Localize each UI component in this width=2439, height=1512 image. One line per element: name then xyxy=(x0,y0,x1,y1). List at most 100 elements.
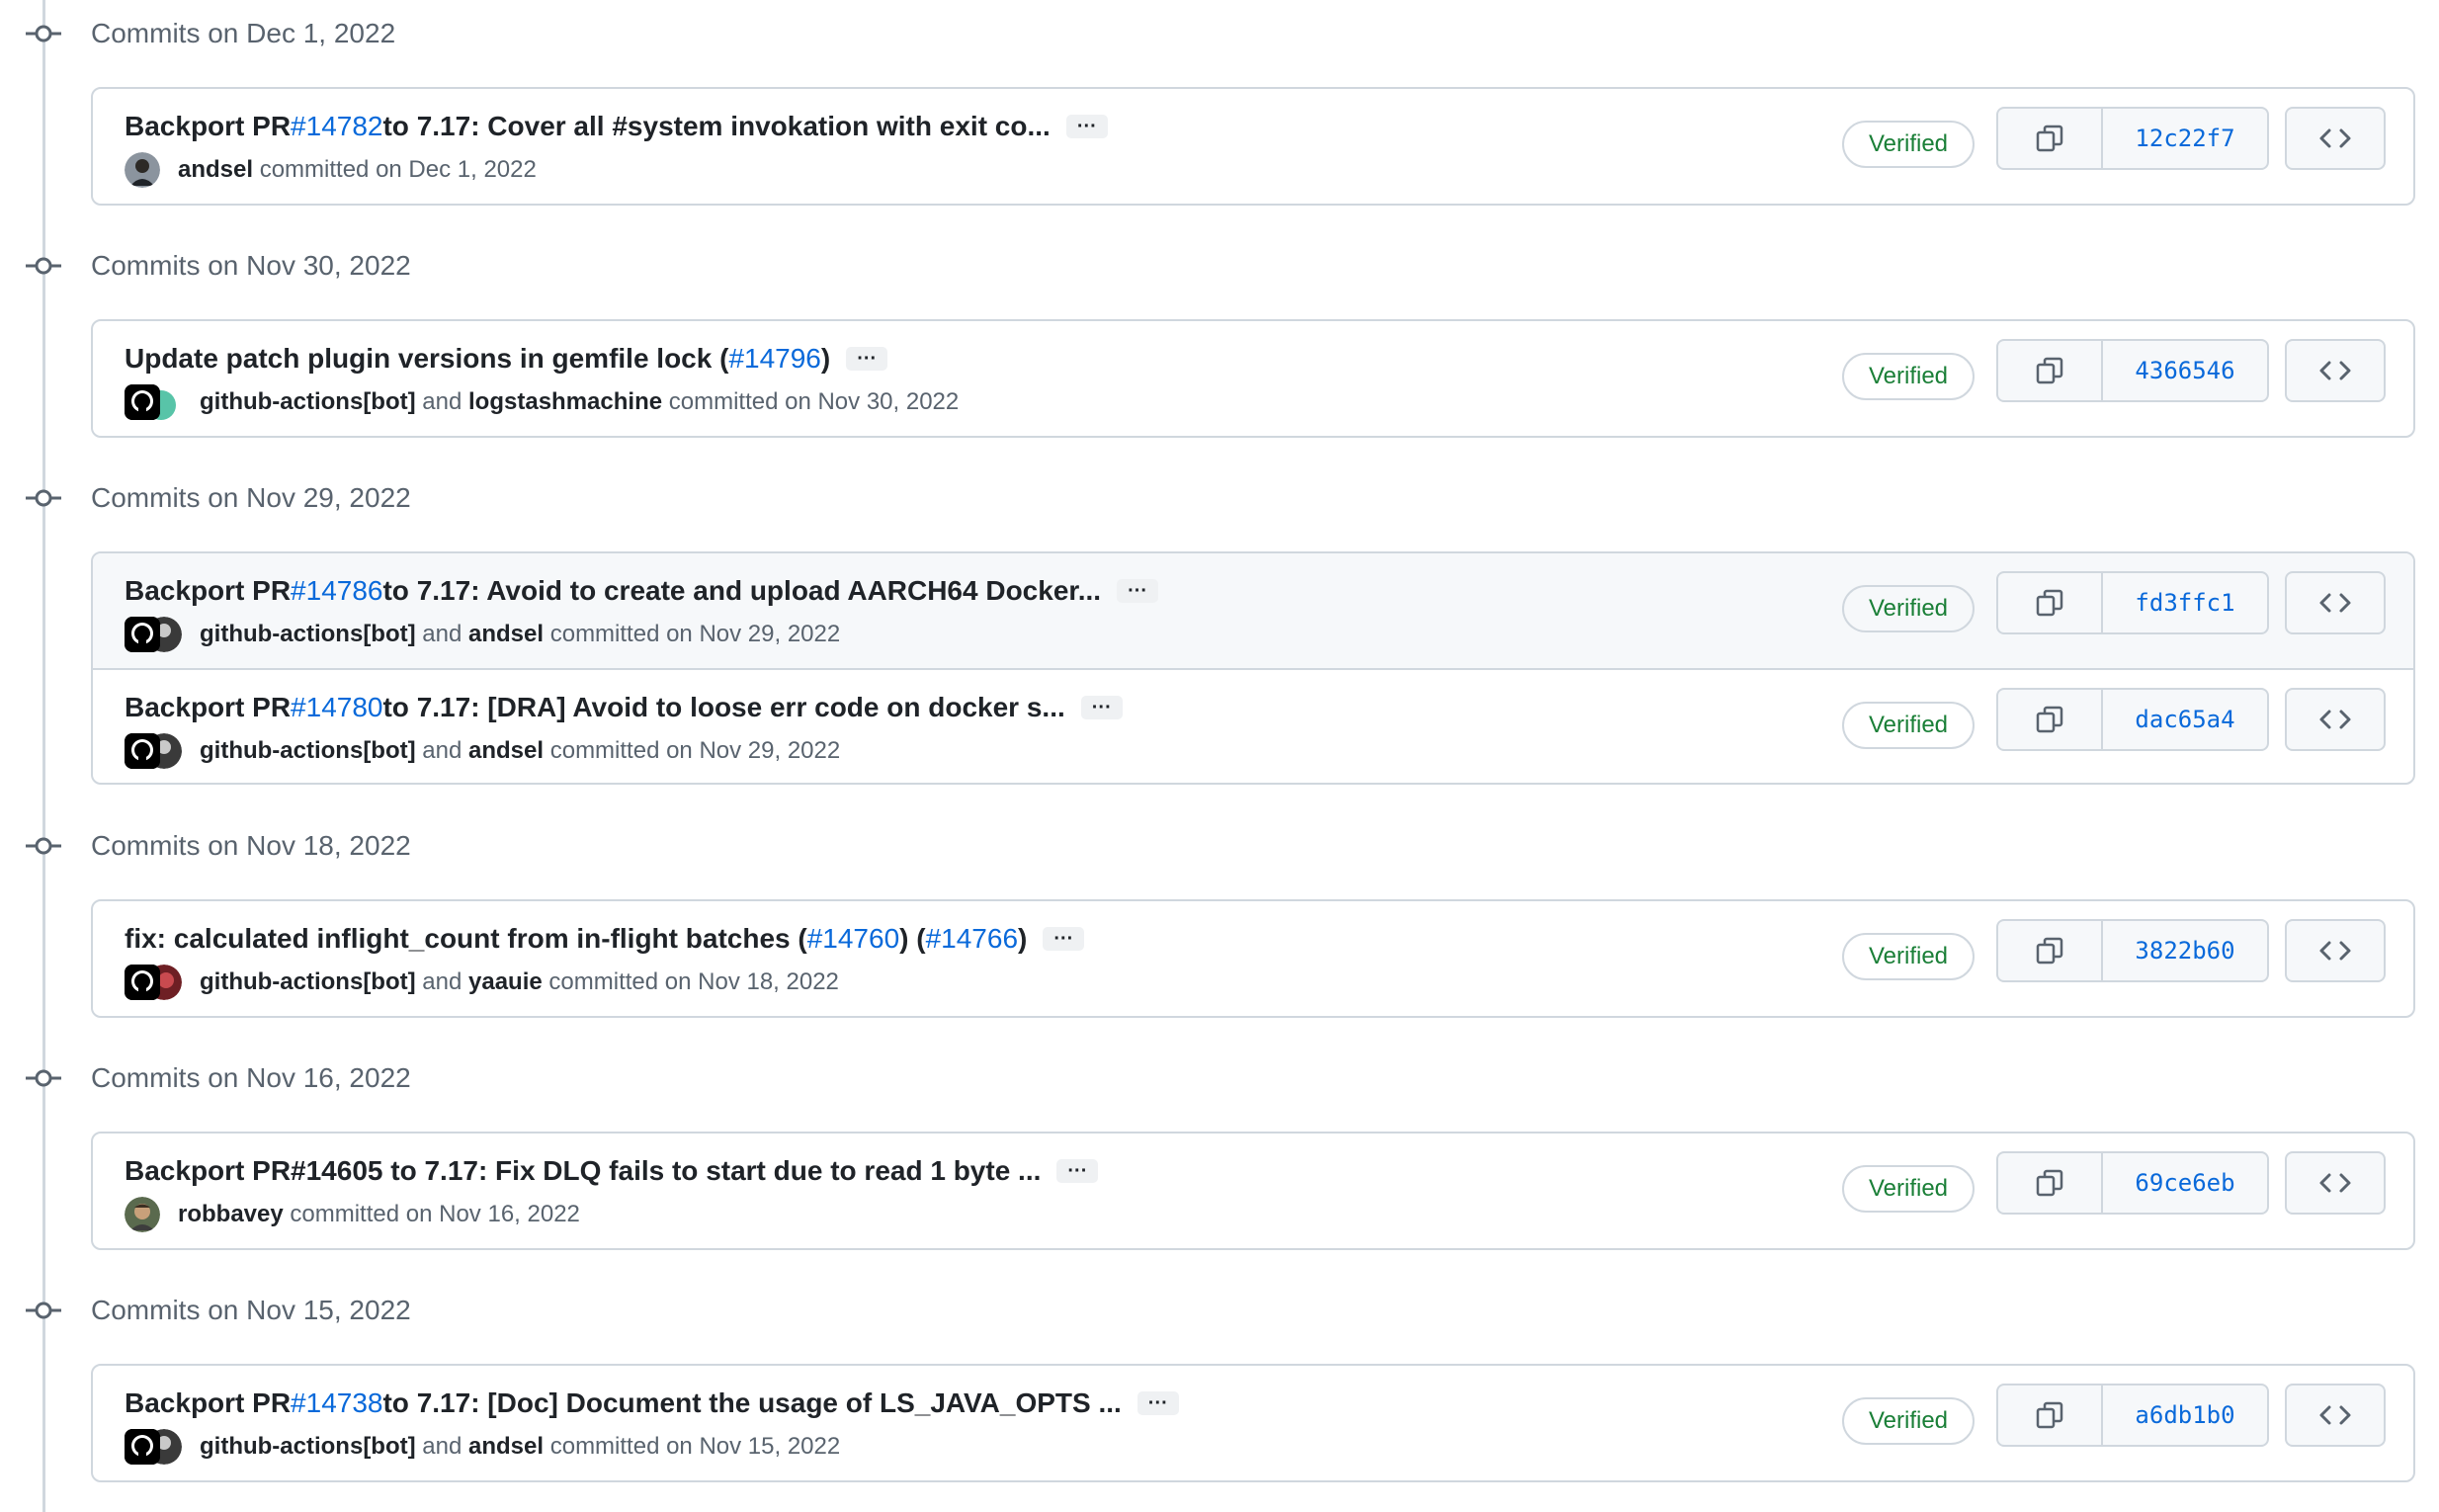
browse-files-button[interactable] xyxy=(2285,339,2386,402)
verified-badge[interactable]: Verified xyxy=(1842,1397,1975,1445)
copy-icon xyxy=(2036,937,2063,965)
verified-badge[interactable]: Verified xyxy=(1842,121,1975,168)
commit-message-text[interactable]: ) ( xyxy=(899,923,925,955)
pr-link[interactable]: #14780 xyxy=(291,692,382,723)
commit-message-text[interactable]: Backport PR#14605 to 7.17: Fix DLQ fails… xyxy=(125,1155,1041,1187)
browse-files-button[interactable] xyxy=(2285,1384,2386,1447)
github-actions-avatar[interactable] xyxy=(125,617,160,652)
author-link[interactable]: robbavey xyxy=(178,1201,284,1228)
commit-message[interactable]: Backport PR #14780 to 7.17: [DRA] Avoid … xyxy=(125,688,1123,727)
commit-sha-link[interactable]: 69ce6eb xyxy=(2103,1153,2267,1213)
author-link[interactable]: andsel xyxy=(468,621,544,648)
sha-button-group: fd3ffc1 xyxy=(1996,571,2269,634)
copy-sha-button[interactable] xyxy=(1998,341,2103,400)
expand-message-button[interactable]: ··· xyxy=(1065,115,1108,138)
copy-sha-button[interactable] xyxy=(1998,1386,2103,1445)
author-link[interactable]: github-actions[bot] xyxy=(200,388,416,416)
commit-message-text[interactable]: to 7.17: [DRA] Avoid to loose err code o… xyxy=(382,692,1064,723)
browse-files-button[interactable] xyxy=(2285,1151,2386,1215)
expand-message-button[interactable]: ··· xyxy=(1043,927,1085,951)
expand-message-button[interactable]: ··· xyxy=(1080,696,1123,719)
avatar[interactable] xyxy=(125,1197,160,1232)
copy-sha-button[interactable] xyxy=(1998,109,2103,168)
github-actions-avatar[interactable] xyxy=(125,1429,160,1465)
verified-badge[interactable]: Verified xyxy=(1842,353,1975,400)
commit-message-text[interactable]: Backport PR xyxy=(125,111,291,142)
avatar[interactable] xyxy=(125,152,160,188)
commit-message-text[interactable]: Update patch plugin versions in gemfile … xyxy=(125,343,728,375)
github-actions-avatar[interactable] xyxy=(125,384,160,420)
pr-link[interactable]: #14738 xyxy=(291,1387,382,1419)
author-link[interactable]: andsel xyxy=(468,1433,544,1461)
commit-message[interactable]: Backport PR#14605 to 7.17: Fix DLQ fails… xyxy=(125,1151,1099,1191)
verified-badge[interactable]: Verified xyxy=(1842,702,1975,749)
pr-link[interactable]: #14766 xyxy=(926,923,1018,955)
expand-message-button[interactable]: ··· xyxy=(1117,579,1159,603)
author-link[interactable]: andsel xyxy=(178,156,253,184)
avatar-stack[interactable] xyxy=(125,152,160,188)
commit-message-text[interactable]: to 7.17: Avoid to create and upload AARC… xyxy=(382,575,1101,607)
commit-sha-link[interactable]: a6db1b0 xyxy=(2103,1386,2267,1445)
commit-sha-link[interactable]: dac65a4 xyxy=(2103,690,2267,749)
pr-link[interactable]: #14796 xyxy=(728,343,820,375)
commit-message-text[interactable]: Backport PR xyxy=(125,692,291,723)
commit-sha-link[interactable]: 3822b60 xyxy=(2103,921,2267,980)
commit-message-text[interactable]: Backport PR xyxy=(125,1387,291,1419)
copy-sha-button[interactable] xyxy=(1998,690,2103,749)
group-header: Commits on Nov 15, 2022 xyxy=(0,1281,889,1340)
commit-message-text[interactable]: ) xyxy=(821,343,830,375)
browse-files-button[interactable] xyxy=(2285,107,2386,170)
browse-files-button[interactable] xyxy=(2285,571,2386,634)
browse-files-button[interactable] xyxy=(2285,919,2386,982)
expand-message-button[interactable]: ··· xyxy=(846,347,888,371)
commit-message-text[interactable]: Backport PR xyxy=(125,575,291,607)
git-commit-icon xyxy=(26,257,61,275)
browse-files-button[interactable] xyxy=(2285,688,2386,751)
author-link[interactable]: yaauie xyxy=(468,968,543,996)
commit-sha-link[interactable]: fd3ffc1 xyxy=(2103,573,2267,632)
sha-button-group: 4366546 xyxy=(1996,339,2269,402)
github-actions-avatar[interactable] xyxy=(125,733,160,769)
pr-link[interactable]: #14760 xyxy=(807,923,899,955)
commit-sha-link[interactable]: 4366546 xyxy=(2103,341,2267,400)
commit-message[interactable]: Update patch plugin versions in gemfile … xyxy=(125,339,888,378)
author-link[interactable]: github-actions[bot] xyxy=(200,968,416,996)
commit-meta: robbavey committed on Nov 16, 2022 xyxy=(125,1195,580,1234)
copy-sha-button[interactable] xyxy=(1998,921,2103,980)
verified-badge[interactable]: Verified xyxy=(1842,585,1975,632)
avatar-stack[interactable] xyxy=(125,1429,182,1465)
pr-link[interactable]: #14786 xyxy=(291,575,382,607)
avatar-stack[interactable] xyxy=(125,965,182,1000)
author-link[interactable]: github-actions[bot] xyxy=(200,737,416,765)
author-link[interactable]: github-actions[bot] xyxy=(200,1433,416,1461)
commit-message-text[interactable]: to 7.17: Cover all #system invokation wi… xyxy=(382,111,1050,142)
commit-message-text[interactable]: to 7.17: [Doc] Document the usage of LS_… xyxy=(382,1387,1121,1419)
expand-message-button[interactable]: ··· xyxy=(1056,1159,1099,1183)
commit-message[interactable]: Backport PR #14782 to 7.17: Cover all #s… xyxy=(125,107,1108,146)
commit-meta: github-actions[bot] and andsel committed… xyxy=(125,615,840,654)
commit-sha-link[interactable]: 12c22f7 xyxy=(2103,109,2267,168)
expand-message-button[interactable]: ··· xyxy=(1136,1391,1179,1415)
avatar-stack[interactable] xyxy=(125,617,182,652)
commit-meta: andsel committed on Dec 1, 2022 xyxy=(125,150,537,190)
commit-message[interactable]: Backport PR #14738 to 7.17: [Doc] Docume… xyxy=(125,1384,1179,1423)
author-link[interactable]: andsel xyxy=(468,737,544,765)
code-icon xyxy=(2319,593,2351,613)
commit-message[interactable]: fix: calculated inflight_count from in-f… xyxy=(125,919,1085,959)
author-link[interactable]: logstashmachine xyxy=(468,388,662,416)
commit-row: Update patch plugin versions in gemfile … xyxy=(93,321,2413,436)
commit-meta: github-actions[bot] and andsel committed… xyxy=(125,1427,840,1467)
avatar-stack[interactable] xyxy=(125,384,182,420)
commit-message[interactable]: Backport PR #14786 to 7.17: Avoid to cre… xyxy=(125,571,1159,611)
verified-badge[interactable]: Verified xyxy=(1842,1165,1975,1213)
author-link[interactable]: github-actions[bot] xyxy=(200,621,416,648)
copy-sha-button[interactable] xyxy=(1998,1153,2103,1213)
github-actions-avatar[interactable] xyxy=(125,965,160,1000)
avatar-stack[interactable] xyxy=(125,1197,160,1232)
avatar-stack[interactable] xyxy=(125,733,182,769)
commit-message-text[interactable]: ) xyxy=(1018,923,1027,955)
commit-message-text[interactable]: fix: calculated inflight_count from in-f… xyxy=(125,923,807,955)
copy-sha-button[interactable] xyxy=(1998,573,2103,632)
verified-badge[interactable]: Verified xyxy=(1842,933,1975,980)
pr-link[interactable]: #14782 xyxy=(291,111,382,142)
